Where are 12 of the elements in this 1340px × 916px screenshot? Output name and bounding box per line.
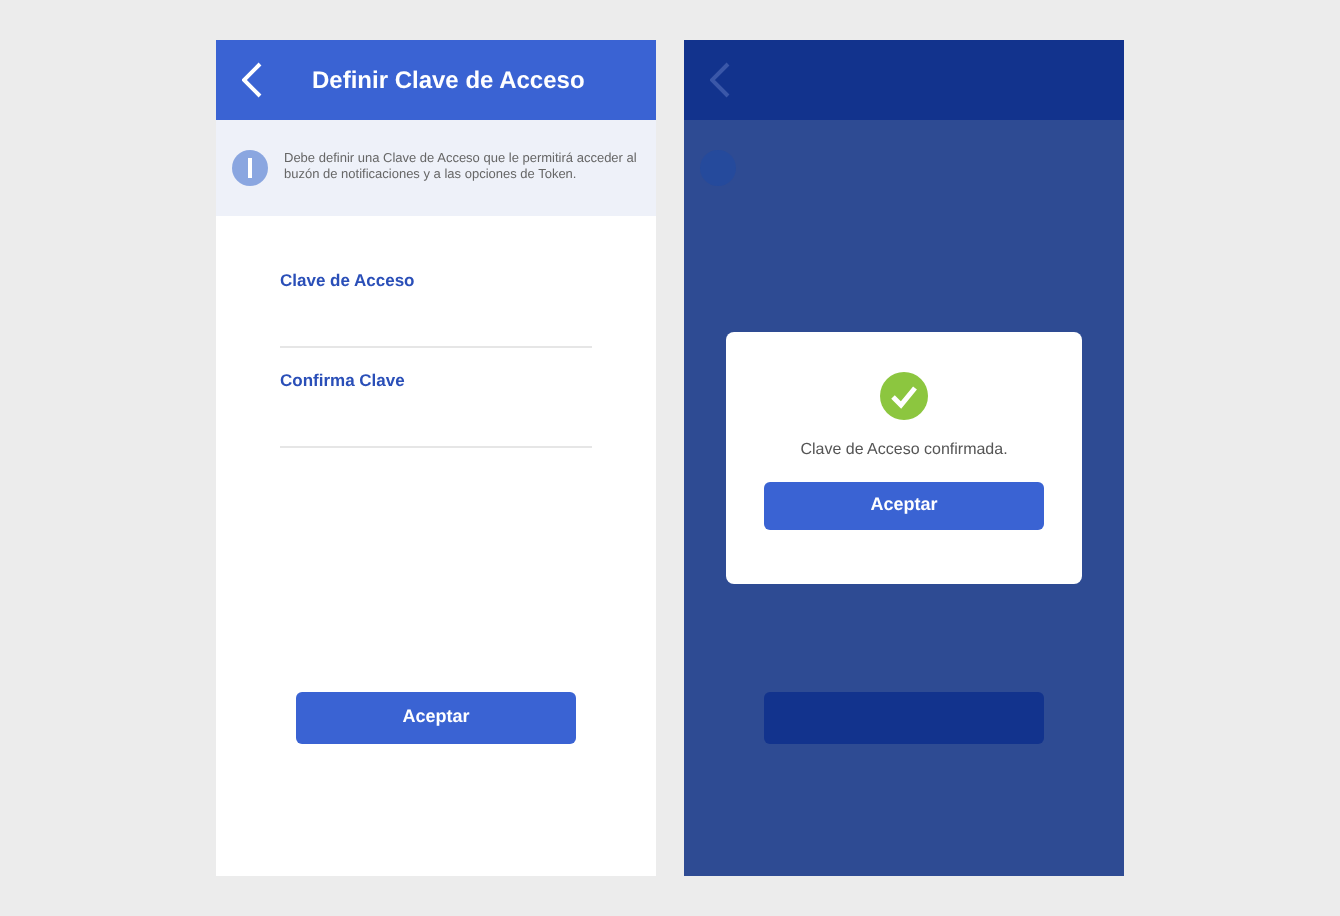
info-icon [232, 150, 268, 186]
field-label: Confirma Clave [280, 368, 407, 394]
dialog-accept-button[interactable]: Aceptar [764, 482, 1044, 530]
back-icon [710, 62, 730, 98]
check-icon [880, 372, 928, 420]
accept-button[interactable]: Aceptar [296, 692, 576, 744]
input-field[interactable]: Confirma Clave [280, 360, 592, 448]
window-title: Definir Clave de Acceso [312, 64, 585, 98]
back-icon [242, 62, 262, 98]
dialog-message: Clave de Acceso confirmada. [800, 438, 1008, 462]
input-field[interactable]: Clave de Acceso [280, 260, 592, 348]
field-label: Clave de Acceso [280, 268, 417, 294]
